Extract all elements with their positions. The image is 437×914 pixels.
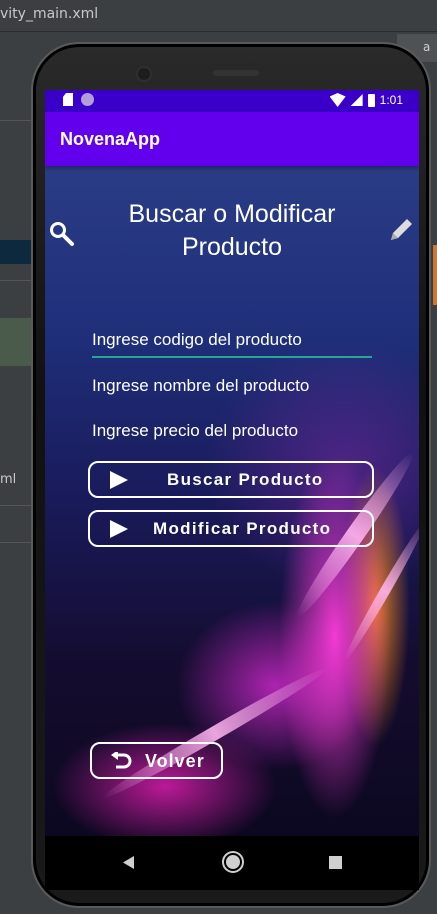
- status-clock: 1:01: [379, 93, 403, 107]
- ide-marker: [433, 245, 437, 305]
- sd-card-icon: [63, 93, 73, 106]
- background-streak: [98, 661, 332, 805]
- undo-arrow-icon: [111, 752, 132, 769]
- modificar-producto-label: Modificar Producto: [153, 519, 332, 538]
- battery-icon: [367, 93, 375, 107]
- nombre-input[interactable]: Ingrese nombre del producto: [92, 370, 372, 404]
- wifi-icon: [329, 93, 346, 107]
- navigation-bar: [45, 836, 419, 890]
- pencil-icon[interactable]: [387, 216, 415, 244]
- modificar-producto-button[interactable]: Modificar Producto: [88, 510, 374, 547]
- camera-icon: [136, 66, 152, 82]
- buscar-producto-button[interactable]: Buscar Producto: [88, 461, 374, 498]
- volver-label: Volver: [145, 751, 205, 771]
- ide-file-label[interactable]: ml: [0, 472, 16, 487]
- app-bar: NovenaApp: [45, 112, 419, 166]
- signal-icon: [350, 94, 363, 106]
- nav-home-icon[interactable]: [224, 853, 242, 871]
- play-icon: [110, 471, 128, 489]
- volver-button[interactable]: Volver: [90, 742, 223, 779]
- ide-tab-bar: vity_main.xml: [0, 0, 437, 32]
- notification-dot-icon: [81, 93, 94, 106]
- precio-input[interactable]: Ingrese precio del producto: [92, 415, 372, 449]
- status-bar: 1:01: [45, 90, 419, 112]
- main-content: Buscar o Modificar Producto Ingrese codi…: [45, 166, 419, 836]
- nav-recents-icon[interactable]: [329, 856, 342, 869]
- app-title: NovenaApp: [60, 129, 161, 149]
- codigo-input[interactable]: Ingrese codigo del producto: [92, 324, 372, 358]
- play-icon: [110, 520, 128, 538]
- buscar-producto-label: Buscar Producto: [167, 470, 324, 489]
- phone-screen: 1:01 NovenaApp Buscar o Modificar Produc…: [45, 90, 419, 890]
- page-title: Buscar o Modificar Producto: [128, 200, 336, 261]
- ide-tab-label[interactable]: vity_main.xml: [0, 6, 98, 22]
- search-icon[interactable]: [49, 221, 75, 247]
- nav-back-icon[interactable]: [123, 856, 134, 869]
- speaker-grille: [213, 70, 259, 76]
